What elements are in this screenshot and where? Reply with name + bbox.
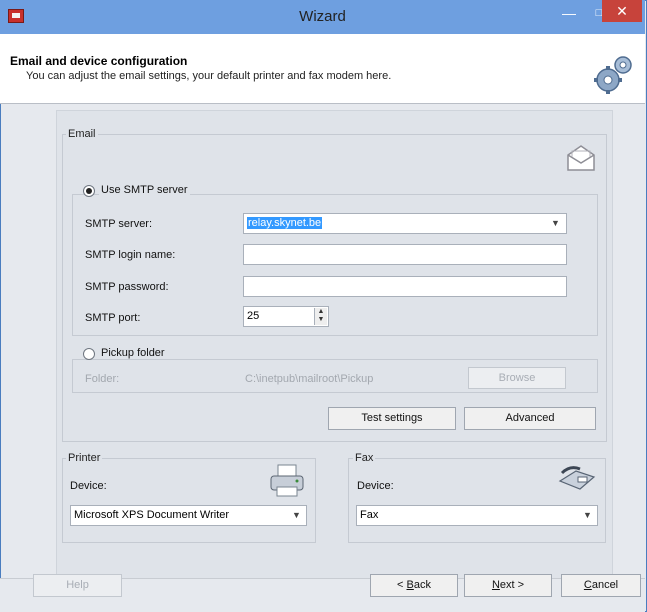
- printer-device-label: Device:: [70, 480, 107, 492]
- cancel-rest: ancel: [591, 579, 619, 591]
- browse-button[interactable]: Browse: [468, 367, 566, 389]
- back-button[interactable]: < Back: [370, 574, 458, 597]
- pickup-folder-radio[interactable]: [83, 348, 95, 360]
- use-smtp-radio[interactable]: [83, 185, 95, 197]
- page-title: Email and device configuration: [10, 54, 188, 68]
- folder-path: C:\inetpub\mailroot\Pickup: [245, 373, 374, 385]
- chevron-down-icon[interactable]: ▼: [292, 510, 301, 520]
- printer-group-label: Printer: [66, 452, 103, 464]
- smtp-port-value: 25: [247, 310, 260, 322]
- advanced-button[interactable]: Advanced: [464, 407, 596, 430]
- smtp-server-combo[interactable]: relay.skynet.be: [243, 213, 567, 234]
- fax-device-select[interactable]: Fax: [356, 505, 598, 526]
- help-button[interactable]: Help: [33, 574, 122, 597]
- close-icon[interactable]: ✕: [602, 0, 642, 22]
- spinner-icon[interactable]: ▲ ▼: [314, 308, 327, 325]
- printer-device-value: Microsoft XPS Document Writer: [74, 509, 230, 521]
- chevron-down-icon[interactable]: ▼: [551, 218, 560, 228]
- test-settings-button[interactable]: Test settings: [328, 407, 456, 430]
- back-access-key: B: [406, 579, 414, 591]
- folder-label: Folder:: [85, 373, 120, 385]
- next-rest: ext >: [499, 579, 525, 591]
- chevron-down-icon[interactable]: ▼: [583, 510, 592, 520]
- minimize-icon[interactable]: —: [552, 2, 586, 26]
- header-panel: [0, 34, 645, 104]
- printer-icon: [270, 464, 304, 497]
- printer-device-select[interactable]: Microsoft XPS Document Writer: [70, 505, 307, 526]
- cancel-access-key: C: [583, 579, 592, 591]
- smtp-server-value: relay.skynet.be: [247, 217, 323, 229]
- smtp-password-input[interactable]: [243, 276, 567, 297]
- smtp-password-label: SMTP password:: [85, 281, 169, 293]
- page-subtitle: You can adjust the email settings, your …: [26, 70, 392, 82]
- smtp-server-label: SMTP server:: [85, 218, 153, 230]
- gears-icon: [594, 56, 632, 94]
- use-smtp-label: Use SMTP server: [99, 184, 190, 196]
- fax-group-label: Fax: [353, 452, 376, 464]
- next-access-key: N: [491, 579, 500, 591]
- envelope-icon: [567, 145, 595, 171]
- next-button[interactable]: Next >: [464, 574, 552, 597]
- smtp-login-label: SMTP login name:: [85, 249, 176, 261]
- smtp-port-label: SMTP port:: [85, 312, 141, 324]
- pickup-folder-label: Pickup folder: [99, 347, 167, 359]
- back-prefix: <: [397, 579, 407, 591]
- email-group-label: Email: [66, 128, 98, 140]
- fax-icon: [558, 466, 596, 490]
- smtp-login-input[interactable]: [243, 244, 567, 265]
- cancel-button[interactable]: Cancel: [561, 574, 641, 597]
- window-title: Wizard: [299, 8, 346, 25]
- back-rest: ack: [413, 579, 431, 591]
- fax-device-label: Device:: [357, 480, 394, 492]
- fax-device-value: Fax: [360, 509, 379, 521]
